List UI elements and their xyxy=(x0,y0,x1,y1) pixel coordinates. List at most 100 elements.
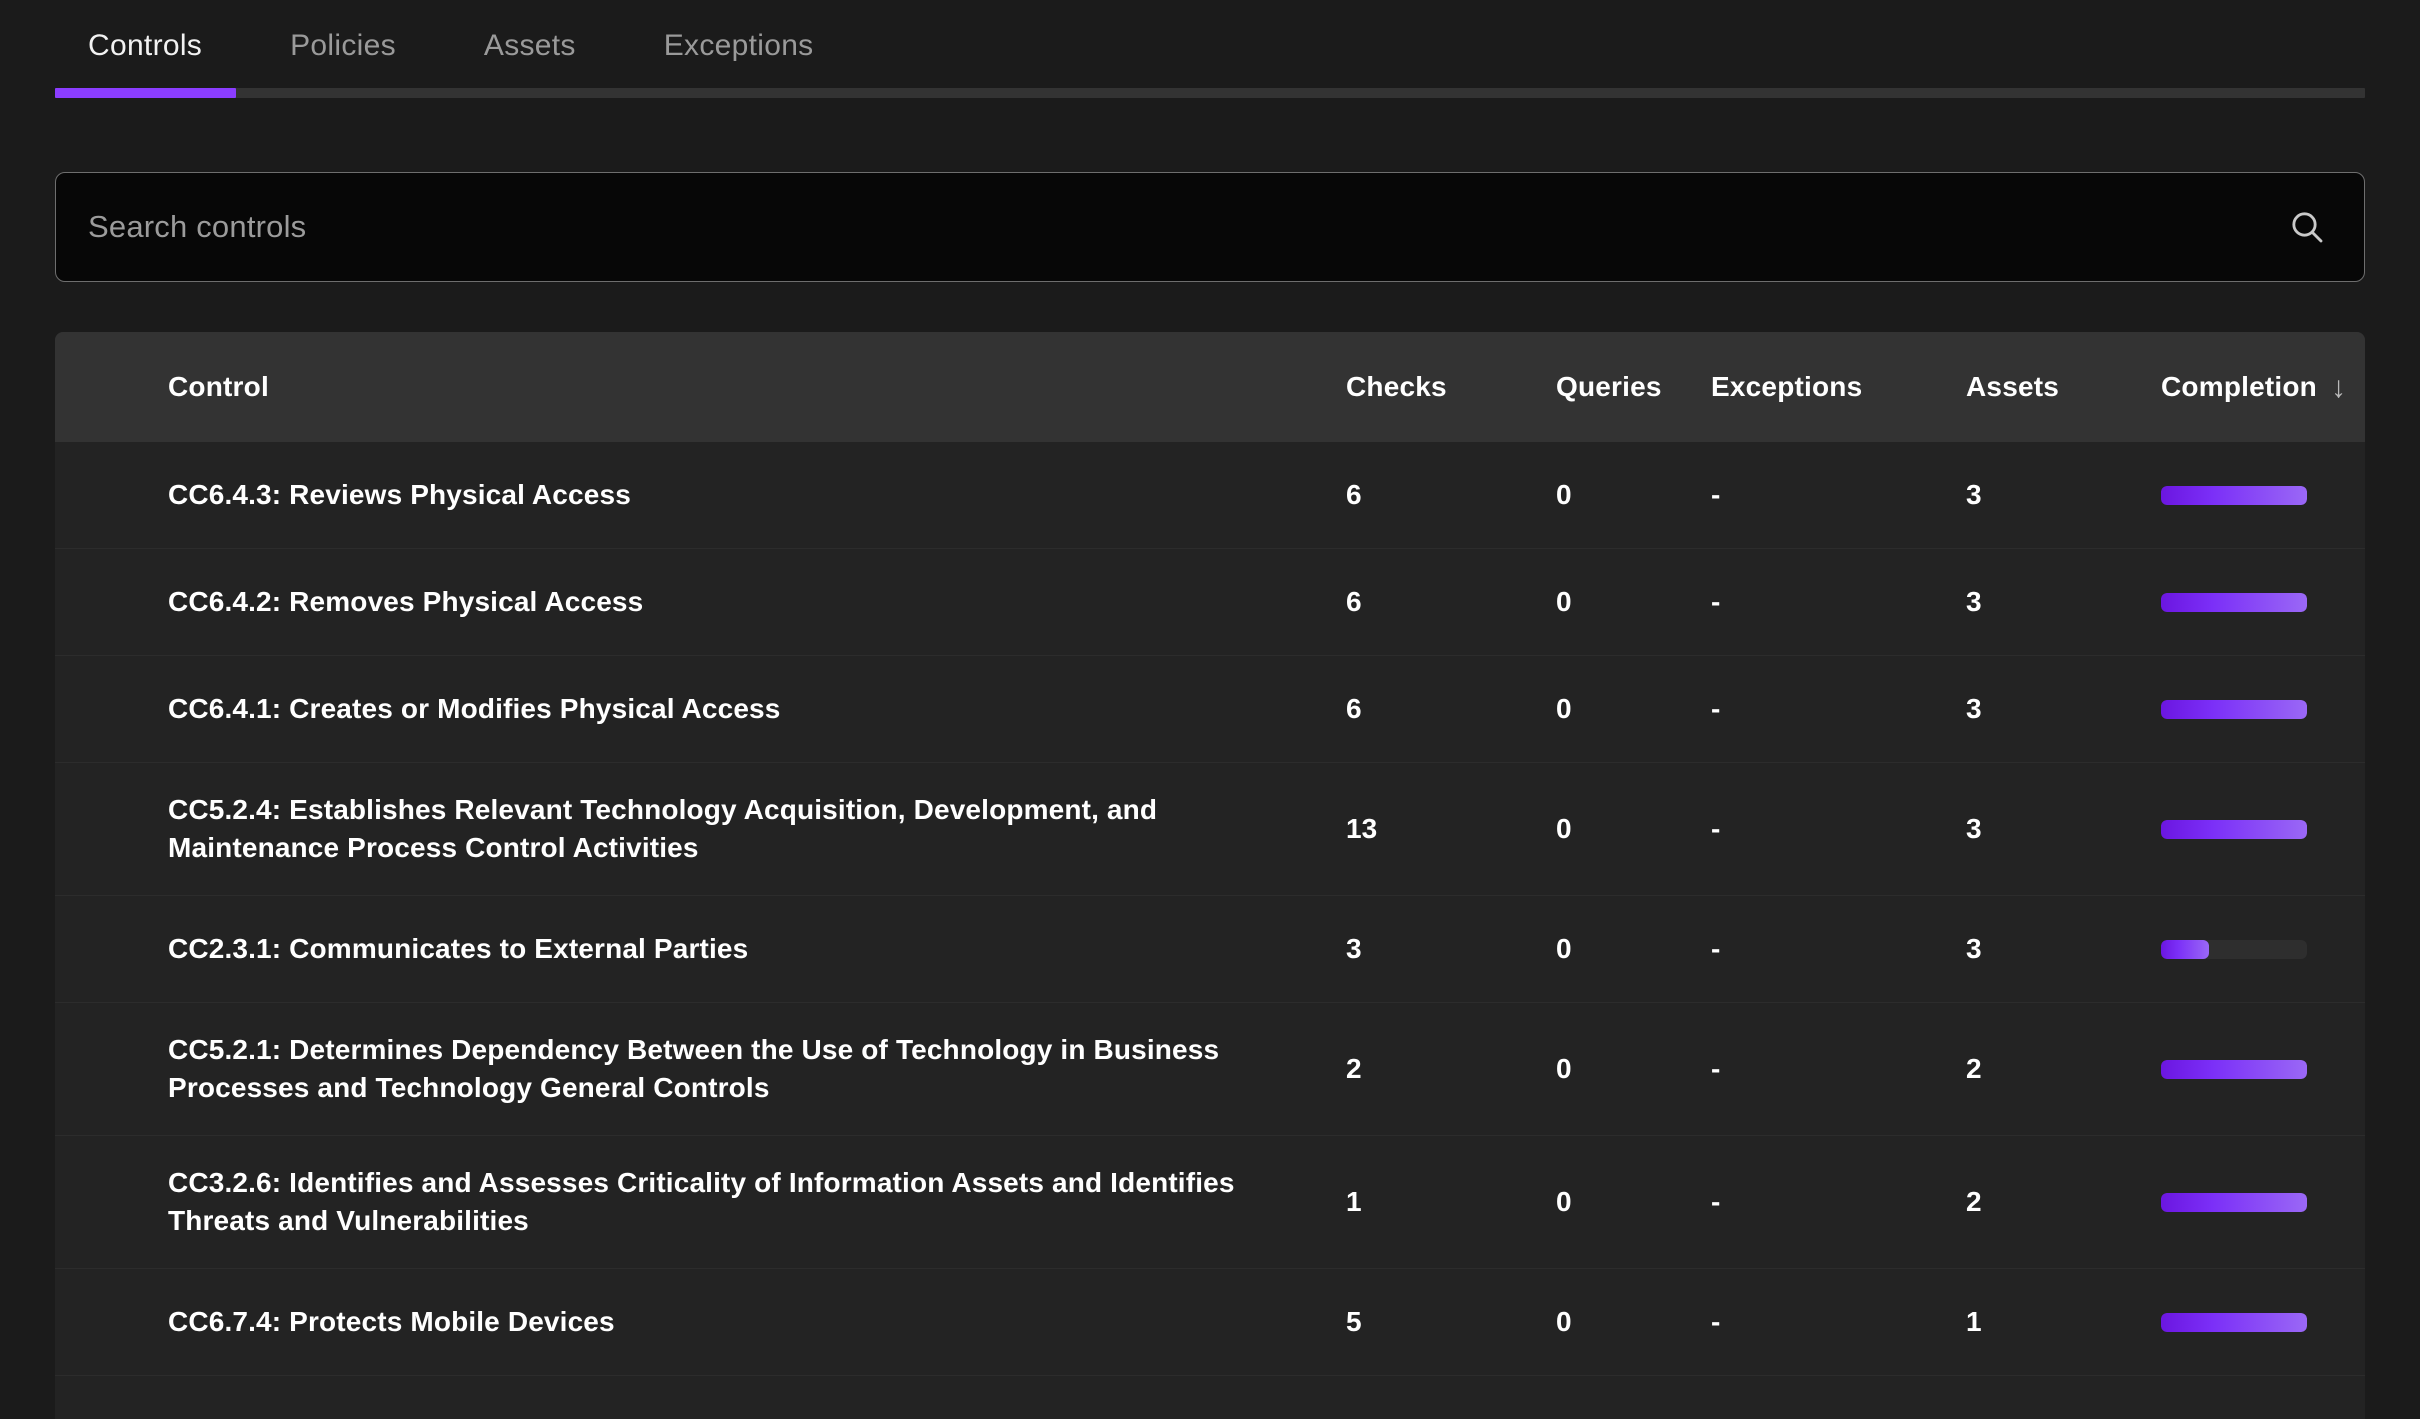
cell-exceptions: - xyxy=(1711,586,1721,617)
tab-underline-track xyxy=(55,88,2365,98)
completion-progress-fill xyxy=(2161,699,2307,719)
table-row[interactable]: CC6.7.4: Protects Mobile Devices 5 0 - 1 xyxy=(55,1269,2365,1376)
cell-completion xyxy=(2161,1192,2365,1212)
cell-control: CC6.4.1: Creates or Modifies Physical Ac… xyxy=(168,692,781,724)
cell-exceptions: - xyxy=(1711,693,1721,724)
cell-checks: 6 xyxy=(1346,693,1362,724)
cell-completion xyxy=(2161,819,2365,839)
cell-control: CC5.2.4: Establishes Relevant Technology… xyxy=(168,793,1158,863)
table-row[interactable]: CC2.3.1: Communicates to External Partie… xyxy=(55,896,2365,1003)
column-header-checks[interactable]: Checks xyxy=(1346,371,1556,403)
tab-policies[interactable]: Policies xyxy=(246,0,440,92)
cell-completion xyxy=(2161,699,2365,719)
completion-progress-track xyxy=(2161,1192,2307,1212)
cell-completion xyxy=(2161,1059,2365,1079)
table-header-row: Control Checks Queries Exceptions Assets… xyxy=(55,332,2365,442)
cell-exceptions: - xyxy=(1711,1053,1721,1084)
completion-progress-track xyxy=(2161,819,2307,839)
completion-progress-fill xyxy=(2161,819,2307,839)
table-row[interactable]: CC6.4.2: Removes Physical Access 6 0 - 3 xyxy=(55,549,2365,656)
tab-label: Exceptions xyxy=(663,29,814,62)
controls-page: Controls Policies Assets Exceptions Control… xyxy=(0,0,2420,1419)
cell-checks: 6 xyxy=(1346,586,1362,617)
cell-assets: 2 xyxy=(1966,1186,1982,1217)
cell-assets: 3 xyxy=(1966,933,1982,964)
tab-label: Policies xyxy=(290,29,396,62)
cell-completion xyxy=(2161,1312,2365,1332)
table-row[interactable]: CC6.4.1: Creates or Modifies Physical Ac… xyxy=(55,656,2365,763)
tab-label: Controls xyxy=(88,29,203,62)
column-header-assets-label: Assets xyxy=(1966,371,2060,402)
sort-descending-icon[interactable]: ↓ xyxy=(2331,373,2346,403)
completion-progress-fill xyxy=(2161,1312,2307,1332)
cell-assets: 1 xyxy=(1966,1306,1982,1337)
search-input[interactable] xyxy=(88,209,2284,245)
cell-checks: 13 xyxy=(1346,813,1378,844)
cell-control: CC2.3.1: Communicates to External Partie… xyxy=(168,932,749,964)
cell-queries: 0 xyxy=(1556,813,1572,844)
column-header-exceptions-label: Exceptions xyxy=(1711,371,1863,402)
column-header-control[interactable]: Control xyxy=(168,371,1346,403)
completion-progress-fill xyxy=(2161,939,2210,959)
cell-exceptions: - xyxy=(1711,479,1721,510)
tab-bar: Controls Policies Assets Exceptions xyxy=(0,0,2420,104)
cell-completion xyxy=(2161,592,2365,612)
cell-control: CC6.4.2: Removes Physical Access xyxy=(168,585,644,617)
cell-exceptions: - xyxy=(1711,1186,1721,1217)
cell-completion xyxy=(2161,485,2365,505)
tab-assets[interactable]: Assets xyxy=(440,0,620,92)
cell-queries: 0 xyxy=(1556,586,1572,617)
tab-list: Controls Policies Assets Exceptions xyxy=(0,0,2420,92)
column-header-completion-label: Completion xyxy=(2161,371,2317,402)
completion-progress-track xyxy=(2161,939,2307,959)
cell-assets: 3 xyxy=(1966,586,1982,617)
cell-completion xyxy=(2161,939,2365,959)
cell-checks: 5 xyxy=(1346,1306,1362,1337)
cell-exceptions: - xyxy=(1711,1306,1721,1337)
column-header-completion[interactable]: Completion ↓ xyxy=(2161,371,2365,403)
cell-queries: 0 xyxy=(1556,933,1572,964)
cell-queries: 0 xyxy=(1556,693,1572,724)
tab-active-indicator xyxy=(55,88,236,98)
controls-table: Control Checks Queries Exceptions Assets… xyxy=(55,332,2365,1419)
column-header-assets[interactable]: Assets xyxy=(1966,371,2161,403)
completion-progress-track xyxy=(2161,1312,2307,1332)
cell-checks: 2 xyxy=(1346,1053,1362,1084)
table-row[interactable]: CC5.2.4: Establishes Relevant Technology… xyxy=(55,763,2365,896)
table-row[interactable]: CC6.4.3: Reviews Physical Access 6 0 - 3 xyxy=(55,442,2365,549)
tab-exceptions[interactable]: Exceptions xyxy=(620,0,858,92)
completion-progress-fill xyxy=(2161,1059,2307,1079)
column-header-checks-label: Checks xyxy=(1346,371,1447,402)
completion-progress-fill xyxy=(2161,485,2307,505)
cell-exceptions: - xyxy=(1711,813,1721,844)
completion-progress-fill xyxy=(2161,1192,2307,1212)
table-row[interactable]: CC5.2.1: Determines Dependency Between t… xyxy=(55,1003,2365,1136)
cell-assets: 3 xyxy=(1966,479,1982,510)
column-header-queries[interactable]: Queries xyxy=(1556,371,1711,403)
tab-controls[interactable]: Controls xyxy=(55,0,246,92)
cell-control: CC3.2.6: Identifies and Assesses Critica… xyxy=(168,1166,1235,1236)
cell-queries: 0 xyxy=(1556,1186,1572,1217)
search-bar[interactable] xyxy=(55,172,2365,282)
cell-queries: 0 xyxy=(1556,479,1572,510)
cell-assets: 3 xyxy=(1966,813,1982,844)
table-row[interactable]: CC3.2.6: Identifies and Assesses Critica… xyxy=(55,1136,2365,1269)
cell-checks: 3 xyxy=(1346,933,1362,964)
search-icon[interactable] xyxy=(2284,204,2330,250)
column-header-exceptions[interactable]: Exceptions xyxy=(1711,371,1966,403)
completion-progress-track xyxy=(2161,485,2307,505)
cell-control: CC6.4.3: Reviews Physical Access xyxy=(168,478,631,510)
completion-progress-track xyxy=(2161,699,2307,719)
cell-control: CC5.2.1: Determines Dependency Between t… xyxy=(168,1033,1220,1103)
cell-queries: 0 xyxy=(1556,1053,1572,1084)
completion-progress-fill xyxy=(2161,592,2307,612)
cell-checks: 6 xyxy=(1346,479,1362,510)
completion-progress-track xyxy=(2161,1059,2307,1079)
table-body: CC6.4.3: Reviews Physical Access 6 0-3 CC6.… xyxy=(55,442,2365,1376)
cell-exceptions: - xyxy=(1711,933,1721,964)
cell-checks: 1 xyxy=(1346,1186,1362,1217)
column-header-queries-label: Queries xyxy=(1556,371,1662,402)
cell-assets: 2 xyxy=(1966,1053,1982,1084)
completion-progress-track xyxy=(2161,592,2307,612)
tab-label: Assets xyxy=(483,29,576,62)
